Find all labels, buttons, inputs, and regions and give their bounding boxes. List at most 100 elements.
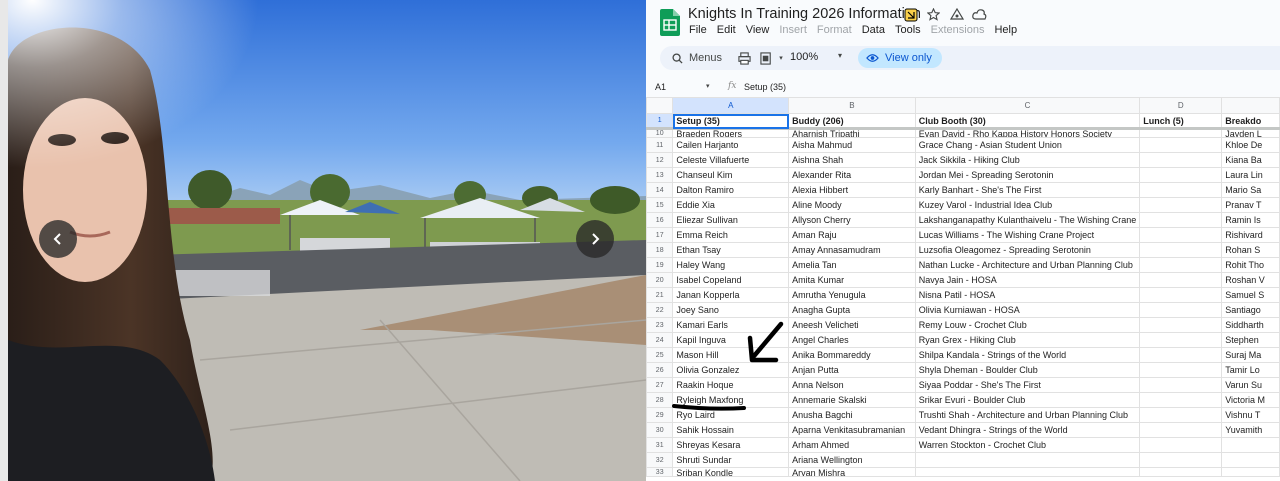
table-cell[interactable] [1139, 377, 1223, 393]
table-cell[interactable] [1139, 272, 1223, 288]
table-cell[interactable]: Aisha Mahmud [788, 137, 916, 153]
table-cell[interactable]: Dalton Ramiro [672, 182, 790, 198]
table-cell[interactable] [1139, 152, 1223, 168]
row-header[interactable]: 25 [646, 347, 674, 363]
table-cell[interactable] [1139, 317, 1223, 333]
table-cell[interactable]: Warren Stockton - Crochet Club [914, 437, 1141, 453]
table-cell[interactable]: Jordan Mei - Spreading Serotonin [914, 167, 1141, 183]
menu-view[interactable]: View [746, 24, 770, 36]
table-cell[interactable]: Lucas Williams - The Wishing Crane Proje… [914, 227, 1141, 243]
table-cell[interactable]: Santiago [1221, 302, 1280, 318]
table-cell[interactable]: Stephen [1221, 332, 1280, 348]
table-cell[interactable] [1139, 467, 1223, 477]
table-cell[interactable]: Janan Kopperla [672, 287, 790, 303]
table-cell[interactable] [1221, 437, 1280, 453]
table-cell[interactable]: Club Booth (30) [914, 113, 1141, 130]
table-cell[interactable]: Amita Kumar [788, 272, 916, 288]
formula-value[interactable]: Setup (35) [744, 82, 786, 92]
paint-format-button[interactable] [758, 50, 774, 66]
table-cell[interactable]: Kamari Earls [672, 317, 790, 333]
table-cell[interactable]: Mario Sa [1221, 182, 1280, 198]
row-header[interactable]: 11 [646, 137, 674, 153]
table-cell[interactable]: Jack Sikkila - Hiking Club [914, 152, 1141, 168]
table-cell[interactable]: Sriban Kondle [672, 467, 790, 477]
table-cell[interactable]: Evan David - Rho Kappa History Honors So… [914, 128, 1141, 138]
row-header[interactable]: 26 [646, 362, 674, 378]
table-cell[interactable] [914, 467, 1141, 477]
menu-format[interactable]: Format [817, 24, 852, 36]
table-cell[interactable] [1139, 287, 1223, 303]
row-header[interactable]: 30 [646, 422, 674, 438]
row-header[interactable]: 17 [646, 227, 674, 243]
table-cell[interactable]: Vedant Dhingra - Strings of the World [914, 422, 1141, 438]
table-cell[interactable]: Aman Raju [788, 227, 916, 243]
previous-photo-button[interactable] [39, 220, 77, 258]
menu-help[interactable]: Help [994, 24, 1017, 36]
table-cell[interactable]: Khloe De [1221, 137, 1280, 153]
table-cell[interactable] [1139, 437, 1223, 453]
table-cell[interactable]: Samuel S [1221, 287, 1280, 303]
name-box[interactable]: A1 [655, 82, 666, 92]
table-cell[interactable]: Srikar Evuri - Boulder Club [914, 392, 1141, 408]
table-cell[interactable]: Olivia Gonzalez [672, 362, 790, 378]
move-to-drive-icon[interactable] [949, 7, 964, 22]
table-cell[interactable]: Raakin Hoque [672, 377, 790, 393]
row-header[interactable]: 20 [646, 272, 674, 288]
table-cell[interactable]: Anjan Putta [788, 362, 916, 378]
row-header[interactable]: 29 [646, 407, 674, 423]
select-all-corner[interactable] [646, 97, 674, 114]
table-cell[interactable]: Rohan S [1221, 242, 1280, 258]
table-cell[interactable]: Victoria M [1221, 392, 1280, 408]
table-cell[interactable]: Allyson Cherry [788, 212, 916, 228]
table-cell[interactable]: Alexander Rita [788, 167, 916, 183]
table-cell[interactable]: Tamir Lo [1221, 362, 1280, 378]
table-cell[interactable]: Ryleigh Maxfong [672, 392, 790, 408]
table-cell[interactable] [1139, 422, 1223, 438]
table-cell[interactable]: Aharnish Tripathi [788, 128, 916, 138]
table-cell[interactable]: Shilpa Kandala - Strings of the World [914, 347, 1141, 363]
table-cell[interactable]: Annemarie Skalski [788, 392, 916, 408]
table-cell[interactable]: Rohit Tho [1221, 257, 1280, 273]
table-cell[interactable]: Varun Su [1221, 377, 1280, 393]
table-cell[interactable]: Sahik Hossain [672, 422, 790, 438]
table-cell[interactable] [1139, 362, 1223, 378]
menu-extensions[interactable]: Extensions [931, 24, 985, 36]
table-cell[interactable] [1139, 302, 1223, 318]
table-cell[interactable]: Anna Nelson [788, 377, 916, 393]
row-header[interactable]: 27 [646, 377, 674, 393]
column-header[interactable]: D [1139, 97, 1223, 114]
column-header[interactable]: A [672, 97, 790, 114]
table-cell[interactable]: Shruti Sundar [672, 452, 790, 468]
table-cell[interactable] [914, 452, 1141, 468]
table-cell[interactable]: Aparna Venkitasubramanian [788, 422, 916, 438]
table-cell[interactable]: Alexia Hibbert [788, 182, 916, 198]
table-cell[interactable]: Eddie Xia [672, 197, 790, 213]
table-cell[interactable]: Siddharth [1221, 317, 1280, 333]
table-cell[interactable]: Anika Bommareddy [788, 347, 916, 363]
table-cell[interactable]: Nathan Lucke - Architecture and Urban Pl… [914, 257, 1141, 273]
row-header[interactable]: 21 [646, 287, 674, 303]
table-cell[interactable] [1139, 167, 1223, 183]
table-cell[interactable] [1139, 227, 1223, 243]
spreadsheet-grid[interactable]: A B C D 1 Setup (35) Buddy (206) Club Bo… [646, 97, 1280, 481]
table-cell[interactable]: Eliezar Sullivan [672, 212, 790, 228]
table-cell[interactable]: Pranav T [1221, 197, 1280, 213]
menu-file[interactable]: File [689, 24, 707, 36]
next-photo-button[interactable] [576, 220, 614, 258]
table-cell[interactable] [1139, 407, 1223, 423]
table-cell[interactable]: Siyaa Poddar - She's The First [914, 377, 1141, 393]
row-header[interactable]: 15 [646, 197, 674, 213]
table-cell[interactable]: Shreyas Kesara [672, 437, 790, 453]
cloud-icon[interactable] [972, 7, 987, 22]
row-header[interactable]: 23 [646, 317, 674, 333]
view-only-button[interactable]: View only [858, 48, 942, 68]
table-cell[interactable]: Aline Moody [788, 197, 916, 213]
star-icon[interactable] [926, 7, 941, 22]
table-cell[interactable]: Arham Ahmed [788, 437, 916, 453]
table-cell[interactable]: Haley Wang [672, 257, 790, 273]
table-cell[interactable] [1139, 332, 1223, 348]
table-cell[interactable]: Rishivard [1221, 227, 1280, 243]
table-cell[interactable] [1139, 242, 1223, 258]
table-cell[interactable] [1139, 137, 1223, 153]
row-header[interactable]: 24 [646, 332, 674, 348]
